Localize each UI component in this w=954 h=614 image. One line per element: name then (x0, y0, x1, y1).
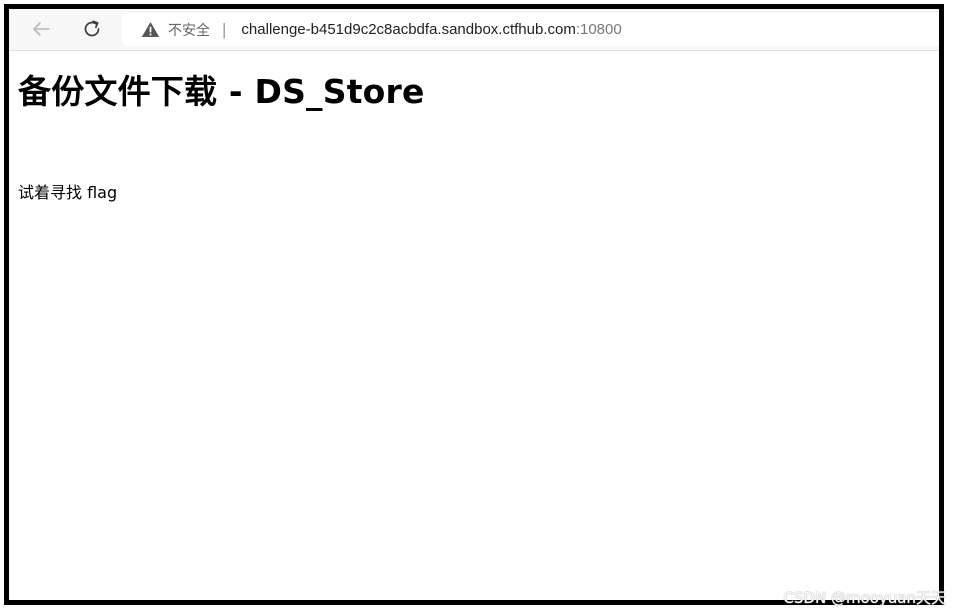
reload-button[interactable] (77, 16, 107, 42)
browser-window: 不安全 | challenge-b451d9c2c8acbdfa.sandbox… (4, 4, 944, 605)
arrow-left-icon (33, 22, 50, 36)
reload-icon (84, 20, 100, 37)
page-hint-text: 试着寻找 flag (18, 183, 118, 202)
url-host[interactable]: challenge-b451d9c2c8acbdfa.sandbox.ctfhu… (241, 21, 575, 38)
watermark: CSDN @mooyuan天天 (783, 589, 946, 607)
address-separator: | (222, 19, 227, 39)
warning-triangle-icon[interactable] (141, 21, 160, 38)
page-title: 备份文件下载 - DS_Store (18, 72, 425, 111)
browser-toolbar: 不安全 | challenge-b451d9c2c8acbdfa.sandbox… (9, 9, 939, 51)
security-status-label[interactable]: 不安全 (168, 20, 210, 40)
page-content: 备份文件下载 - DS_Store 试着寻找 flag (18, 51, 939, 203)
address-bar[interactable]: 不安全 | challenge-b451d9c2c8acbdfa.sandbox… (122, 13, 939, 46)
url-port[interactable]: :10800 (576, 21, 622, 38)
back-button[interactable] (26, 16, 56, 42)
